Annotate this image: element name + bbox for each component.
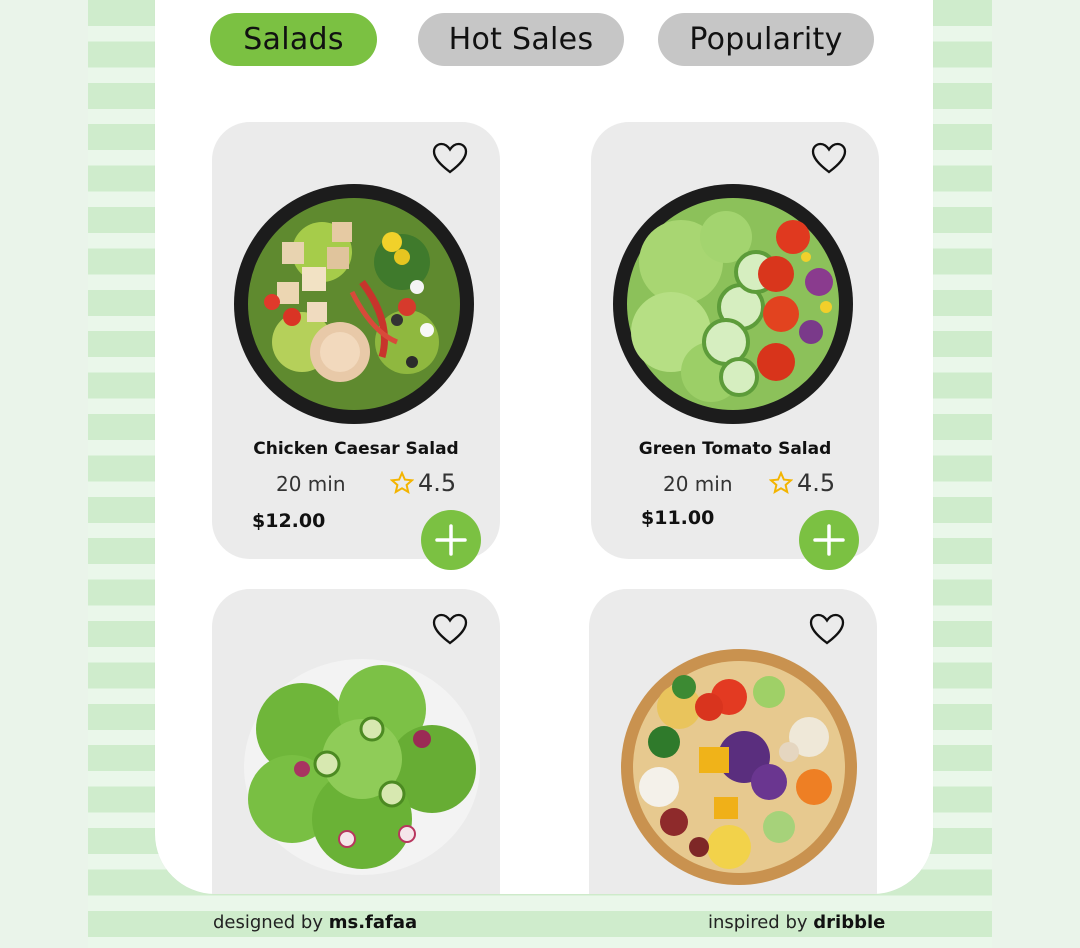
inspiration-source: dribble — [813, 912, 886, 933]
product-card-chicken-caesar[interactable]: Chicken Caesar Salad 20 min 4.5 $12.00 — [212, 122, 500, 559]
prep-time: 20 min — [276, 472, 346, 496]
rating-value: 4.5 — [418, 469, 457, 497]
star-icon — [390, 471, 414, 495]
product-card-green-tomato[interactable]: Green Tomato Salad 20 min 4.5 $11.00 — [591, 122, 879, 559]
product-card-green-leaf[interactable] — [212, 589, 500, 894]
tab-hot-sales[interactable]: Hot Sales — [418, 13, 624, 66]
credit-prefix: designed by — [213, 912, 324, 933]
heart-icon[interactable] — [811, 142, 847, 174]
heart-icon[interactable] — [809, 613, 845, 645]
star-icon — [769, 471, 793, 495]
plus-icon — [435, 524, 467, 556]
add-to-cart-button[interactable] — [799, 510, 859, 570]
product-card-grain-bowl[interactable] — [589, 589, 877, 894]
rating: 4.5 — [390, 469, 456, 497]
plus-icon — [813, 524, 845, 556]
product-price: $11.00 — [641, 507, 715, 529]
product-name: Green Tomato Salad — [638, 439, 832, 459]
product-name: Chicken Caesar Salad — [253, 439, 459, 459]
chicken-caesar-salad-image — [234, 184, 474, 424]
product-price: $12.00 — [252, 510, 326, 532]
rating-value: 4.5 — [797, 469, 836, 497]
heart-icon[interactable] — [432, 613, 468, 645]
vegetable-grain-bowl-image — [621, 649, 857, 885]
green-tomato-salad-image — [613, 184, 853, 424]
add-to-cart-button[interactable] — [421, 510, 481, 570]
designer-credit: designed by ms.fafaa — [213, 912, 417, 933]
designer-name: ms.fafaa — [328, 912, 418, 933]
heart-icon[interactable] — [432, 142, 468, 174]
rating: 4.5 — [769, 469, 835, 497]
inspiration-credit: inspired by dribble — [708, 912, 885, 933]
green-leaf-salad-image — [244, 659, 480, 875]
tab-salads[interactable]: Salads — [210, 13, 377, 66]
tab-popularity[interactable]: Popularity — [658, 13, 874, 66]
prep-time: 20 min — [663, 472, 733, 496]
credit-prefix: inspired by — [708, 912, 808, 933]
